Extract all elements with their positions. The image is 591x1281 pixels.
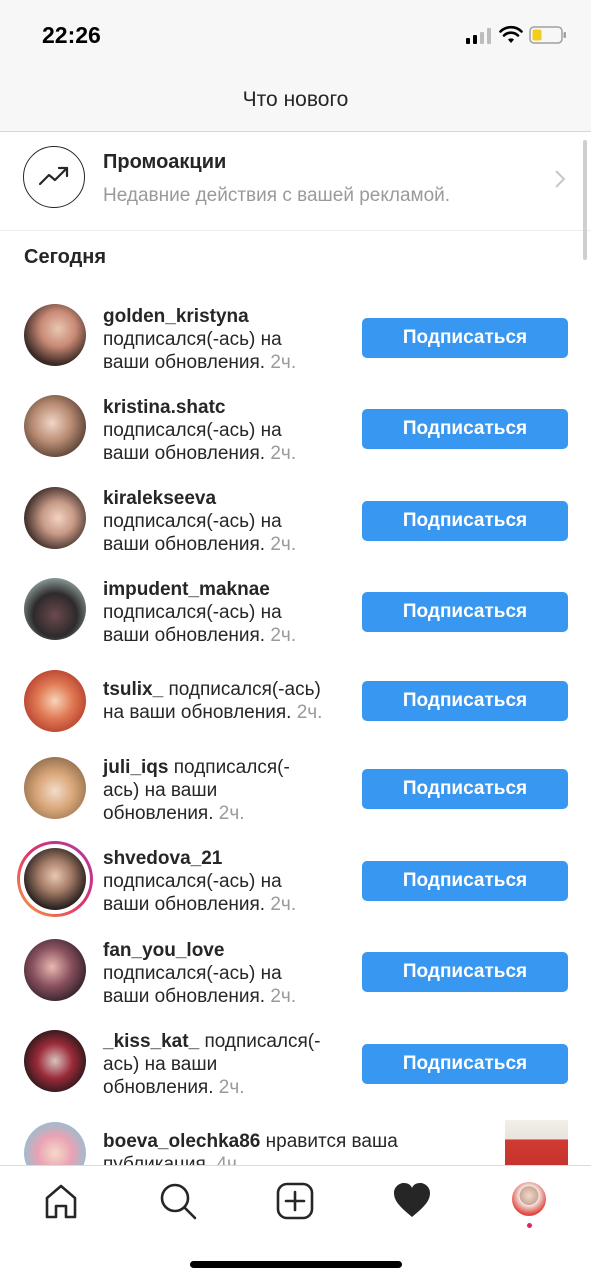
activity-desc: ваши обновления. bbox=[103, 986, 266, 1007]
home-icon[interactable] bbox=[41, 1181, 81, 1221]
activity-desc: на ваши обновления. bbox=[103, 702, 292, 723]
username-link[interactable]: boeva_olechka86 bbox=[103, 1131, 260, 1152]
username-link[interactable]: juli_iqs bbox=[103, 757, 168, 778]
post-thumbnail[interactable] bbox=[505, 1120, 568, 1168]
avatar[interactable] bbox=[24, 848, 86, 910]
avatar[interactable] bbox=[24, 670, 86, 732]
follow-button[interactable]: Подписаться bbox=[362, 1044, 568, 1084]
follow-button[interactable]: Подписаться bbox=[362, 681, 568, 721]
follow-button[interactable]: Подписаться bbox=[362, 861, 568, 901]
scrollbar[interactable] bbox=[583, 140, 587, 260]
timestamp: 2ч. bbox=[270, 625, 297, 646]
timestamp: 2ч. bbox=[270, 534, 297, 555]
activity-text: shvedova_21 подписался(-ась) на ваши обн… bbox=[103, 847, 353, 916]
username-link[interactable]: _kiss_kat_ bbox=[103, 1031, 199, 1052]
activity-desc: ваши обновления. bbox=[103, 443, 266, 464]
activity-desc: ваши обновления. bbox=[103, 625, 266, 646]
story-ring[interactable] bbox=[17, 841, 93, 917]
activity-text: kristina.shatc подписался(-ась) на ваши … bbox=[103, 396, 353, 465]
status-time: 22:26 bbox=[42, 22, 101, 48]
avatar[interactable] bbox=[24, 487, 86, 549]
avatar[interactable] bbox=[24, 939, 86, 1001]
follow-button[interactable]: Подписаться bbox=[362, 952, 568, 992]
activity-desc: подписался(-ась) на bbox=[103, 602, 282, 623]
activity-desc: подписался(-ась) на bbox=[103, 420, 282, 441]
timestamp: 2ч. bbox=[270, 352, 297, 373]
timestamp: 2ч. bbox=[270, 986, 297, 1007]
activity-desc: подписался(- bbox=[173, 757, 290, 778]
avatar[interactable] bbox=[24, 304, 86, 366]
activity-text: _kiss_kat_ подписался(- ась) на ваши обн… bbox=[103, 1030, 353, 1099]
chevron-right-icon bbox=[555, 170, 566, 188]
username-link[interactable]: fan_you_love bbox=[103, 940, 224, 961]
username-link[interactable]: kristina.shatc bbox=[103, 397, 226, 418]
username-link[interactable]: golden_kristyna bbox=[103, 306, 249, 327]
heart-icon[interactable] bbox=[392, 1181, 432, 1221]
activity-text: golden_kristyna подписался(-ась) на ваши… bbox=[103, 305, 353, 374]
timestamp: 2ч. bbox=[270, 894, 297, 915]
add-post-icon[interactable] bbox=[275, 1181, 315, 1221]
follow-button[interactable]: Подписаться bbox=[362, 318, 568, 358]
follow-button[interactable]: Подписаться bbox=[362, 501, 568, 541]
activity-desc: ась) на ваши bbox=[103, 780, 218, 801]
activity-desc: ась) на ваши bbox=[103, 1054, 218, 1075]
avatar[interactable] bbox=[24, 578, 86, 640]
search-icon[interactable] bbox=[158, 1181, 198, 1221]
battery-icon bbox=[529, 26, 566, 44]
activity-desc: нравится ваша bbox=[265, 1131, 398, 1152]
activity-desc: ваши обновления. bbox=[103, 352, 266, 373]
activity-desc: подписался(-ась) на bbox=[103, 329, 282, 350]
trending-chart-icon bbox=[23, 146, 85, 208]
header: Что нового bbox=[0, 70, 591, 132]
timestamp: 2ч. bbox=[218, 803, 245, 824]
activity-desc: подписался(-ась) на bbox=[103, 871, 282, 892]
notification-dot bbox=[527, 1223, 532, 1228]
follow-button[interactable]: Подписаться bbox=[362, 409, 568, 449]
timestamp: 2ч. bbox=[296, 702, 323, 723]
avatar[interactable] bbox=[24, 757, 86, 819]
avatar[interactable] bbox=[24, 395, 86, 457]
status-bar: 22:26 bbox=[0, 0, 591, 70]
activity-text: fan_you_love подписался(-ась) на ваши об… bbox=[103, 939, 353, 1008]
wifi-icon bbox=[499, 25, 523, 43]
home-indicator[interactable] bbox=[190, 1261, 402, 1268]
activity-desc: подписался(-ась) bbox=[168, 679, 321, 700]
activity-desc: подписался(-ась) на bbox=[103, 963, 282, 984]
username-link[interactable]: shvedova_21 bbox=[103, 848, 222, 869]
activity-desc: подписался(-ась) на bbox=[103, 511, 282, 532]
activity-text: juli_iqs подписался(- ась) на ваши обнов… bbox=[103, 756, 353, 825]
activity-text: impudent_maknae подписался(-ась) на ваши… bbox=[103, 578, 353, 647]
activity-desc: подписался(- bbox=[204, 1031, 321, 1052]
timestamp: 2ч. bbox=[218, 1077, 245, 1098]
activity-desc: обновления. bbox=[103, 1077, 214, 1098]
section-header-today: Сегодня bbox=[24, 246, 107, 268]
username-link[interactable]: kiralekseeva bbox=[103, 488, 216, 509]
activity-desc: ваши обновления. bbox=[103, 534, 266, 555]
promotions-row[interactable]: Промоакции Недавние действия с вашей рек… bbox=[0, 132, 591, 231]
profile-avatar[interactable] bbox=[512, 1182, 546, 1216]
timestamp: 2ч. bbox=[270, 443, 297, 464]
follow-button[interactable]: Подписаться bbox=[362, 769, 568, 809]
activity-text: kiralekseeva подписался(-ась) на ваши об… bbox=[103, 487, 353, 556]
page-title: Что нового bbox=[242, 88, 349, 111]
activity-desc: ваши обновления. bbox=[103, 894, 266, 915]
follow-button[interactable]: Подписаться bbox=[362, 592, 568, 632]
promotions-subtitle: Недавние действия с вашей рекламой. bbox=[103, 185, 451, 206]
avatar[interactable] bbox=[24, 1030, 86, 1092]
username-link[interactable]: impudent_maknae bbox=[103, 579, 270, 600]
activity-desc: обновления. bbox=[103, 803, 214, 824]
cellular-signal-icon bbox=[466, 28, 491, 44]
username-link[interactable]: tsulix_ bbox=[103, 679, 163, 700]
promotions-title: Промоакции bbox=[103, 151, 227, 173]
